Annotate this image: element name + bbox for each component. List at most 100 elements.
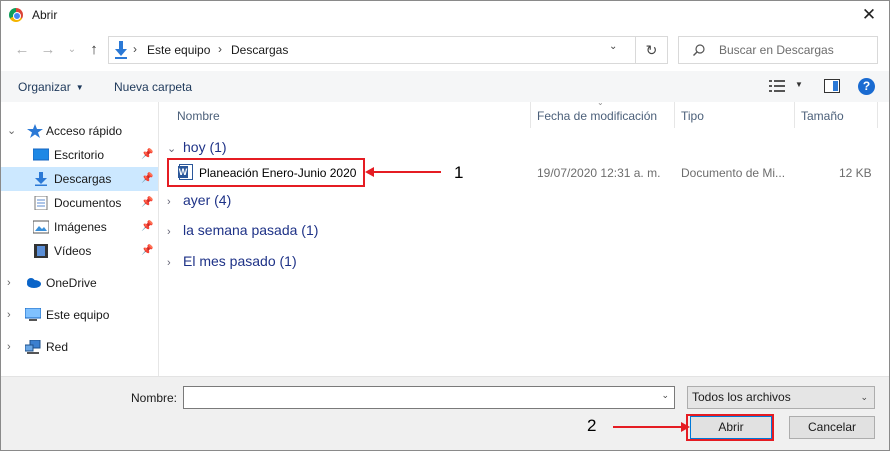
documents-icon [34,196,48,210]
close-icon[interactable]: ✕ [852,3,886,27]
back-arrow-icon[interactable]: ← [13,40,31,60]
group-label: El mes pasado (1) [183,253,297,269]
expand-chevron-icon[interactable]: › [167,190,183,214]
sidebar-label: Escritorio [54,148,105,162]
sidebar-item-videos[interactable]: Vídeos 📌 [1,239,158,263]
expand-chevron-icon[interactable]: › [167,220,183,244]
group-label: la semana pasada (1) [183,222,319,238]
refresh-icon[interactable]: ↻ [635,37,667,63]
file-type: Documento de Mi... [681,166,786,180]
filter-dropdown-icon[interactable]: ⌄ [860,387,868,408]
breadcrumb-este-equipo[interactable]: Este equipo [147,43,210,57]
sidebar-item-documentos[interactable]: Documentos 📌 [1,191,158,215]
pin-icon[interactable]: 📌 [141,215,153,239]
sidebar-label: Acceso rápido [46,124,123,138]
window-title: Abrir [32,8,58,22]
sidebar-label: Este equipo [46,308,110,322]
downloads-icon [35,172,47,186]
cancel-button[interactable]: Cancelar [789,416,875,439]
highlight-box-file [167,158,365,187]
filename-dropdown-icon[interactable]: ⌄ [661,390,669,401]
sidebar-label: Documentos [54,196,122,210]
filename-input[interactable]: ⌄ [183,386,675,409]
pictures-icon [33,220,49,234]
recent-locations-chevron-icon[interactable]: ⌄ [63,40,81,60]
expand-chevron-icon[interactable]: › [7,303,11,327]
sidebar-label: Red [46,340,69,354]
new-folder-button[interactable]: Nueva carpeta [114,80,192,94]
organize-button[interactable]: Organizar ▼ [18,80,84,94]
pin-icon[interactable]: 📌 [141,191,153,215]
column-header-date[interactable]: Fecha de modificación [537,102,657,130]
preview-pane-icon[interactable] [824,79,840,93]
sidebar-item-descargas[interactable]: Descargas 📌 [1,167,158,191]
group-header-ayer[interactable]: › ayer (4) [167,188,231,212]
expand-chevron-icon[interactable]: › [7,271,11,295]
sidebar-item-onedrive[interactable]: › OneDrive [1,271,158,295]
command-toolbar: Organizar ▼ Nueva carpeta ▼ ? [1,71,889,102]
breadcrumb-separator-icon[interactable]: › [133,42,137,56]
highlight-box-open [686,414,774,441]
pin-icon[interactable]: 📌 [141,239,153,263]
address-bar[interactable]: › Este equipo › Descargas ⌄ ↻ [108,36,668,64]
caret-down-icon: ▼ [75,83,84,92]
column-divider[interactable] [674,102,675,128]
open-file-dialog: Abrir ✕ ← → ⌄ ↑ › Este equipo › Descarga… [0,0,890,451]
expand-chevron-icon[interactable]: › [7,335,11,359]
file-type-filter-select[interactable]: Todos los archivos ⌄ [687,386,875,409]
sidebar-item-imagenes[interactable]: Imágenes 📌 [1,215,158,239]
sidebar-item-escritorio[interactable]: Escritorio 📌 [1,143,158,167]
chrome-app-icon [9,8,23,22]
sidebar-item-este-equipo[interactable]: › Este equipo [1,303,158,327]
search-icon [693,44,705,56]
column-header-type[interactable]: Tipo [681,102,704,130]
column-header-name[interactable]: Nombre [177,102,220,130]
computer-icon [25,308,41,321]
title-bar: Abrir ✕ [1,1,889,30]
view-dropdown-icon[interactable]: ▼ [795,80,803,89]
star-icon [27,124,43,138]
file-size: 12 KB [839,166,872,180]
group-header-semana-pasada[interactable]: › la semana pasada (1) [167,218,318,242]
breadcrumb-descargas[interactable]: Descargas [231,43,288,57]
annotation-arrow-line [373,171,441,173]
group-label: ayer (4) [183,192,232,208]
sidebar-label: Imágenes [54,220,107,234]
breadcrumb-separator-icon[interactable]: › [218,42,222,56]
column-divider[interactable] [877,102,878,128]
downloads-folder-icon [115,41,127,59]
expand-chevron-icon[interactable]: › [167,251,183,275]
sidebar-label: Descargas [54,172,112,186]
sidebar-item-red[interactable]: › Red [1,335,158,359]
annotation-step-2: 2 [587,416,597,435]
annotation-arrow-line [613,426,683,428]
annotation-step-1: 1 [454,163,464,182]
help-icon[interactable]: ? [858,78,875,95]
search-placeholder: Buscar en Descargas [719,43,834,57]
search-box[interactable]: Buscar en Descargas [678,36,878,64]
filter-value: Todos los archivos [692,390,791,404]
navigation-pane: ⌄ Acceso rápido Escritorio 📌 Descargas 📌 [1,102,159,376]
sidebar-item-acceso-rapido[interactable]: ⌄ Acceso rápido [1,119,158,143]
sidebar-label: Vídeos [54,244,92,258]
column-header-size[interactable]: Tamaño [801,102,844,130]
up-arrow-icon[interactable]: ↑ [85,40,103,60]
videos-icon [34,244,48,258]
desktop-icon [33,148,49,161]
group-header-hoy[interactable]: ⌄ hoy (1) [167,135,227,159]
file-date: 19/07/2020 12:31 a. m. [537,166,661,180]
column-divider[interactable] [530,102,531,128]
forward-arrow-icon[interactable]: → [39,40,57,60]
group-label: hoy (1) [183,139,227,155]
onedrive-cloud-icon [27,278,41,288]
sidebar-label: OneDrive [46,276,97,290]
view-options-icon[interactable] [769,80,785,92]
column-divider[interactable] [794,102,795,128]
pin-icon[interactable]: 📌 [141,167,153,191]
group-header-mes-pasado[interactable]: › El mes pasado (1) [167,249,297,273]
organize-label: Organizar [18,80,71,94]
filename-label: Nombre: [131,391,178,405]
address-dropdown-chevron-icon[interactable]: ⌄ [609,41,617,52]
pin-icon[interactable]: 📌 [141,143,153,167]
expanded-chevron-icon[interactable]: ⌄ [7,119,16,143]
